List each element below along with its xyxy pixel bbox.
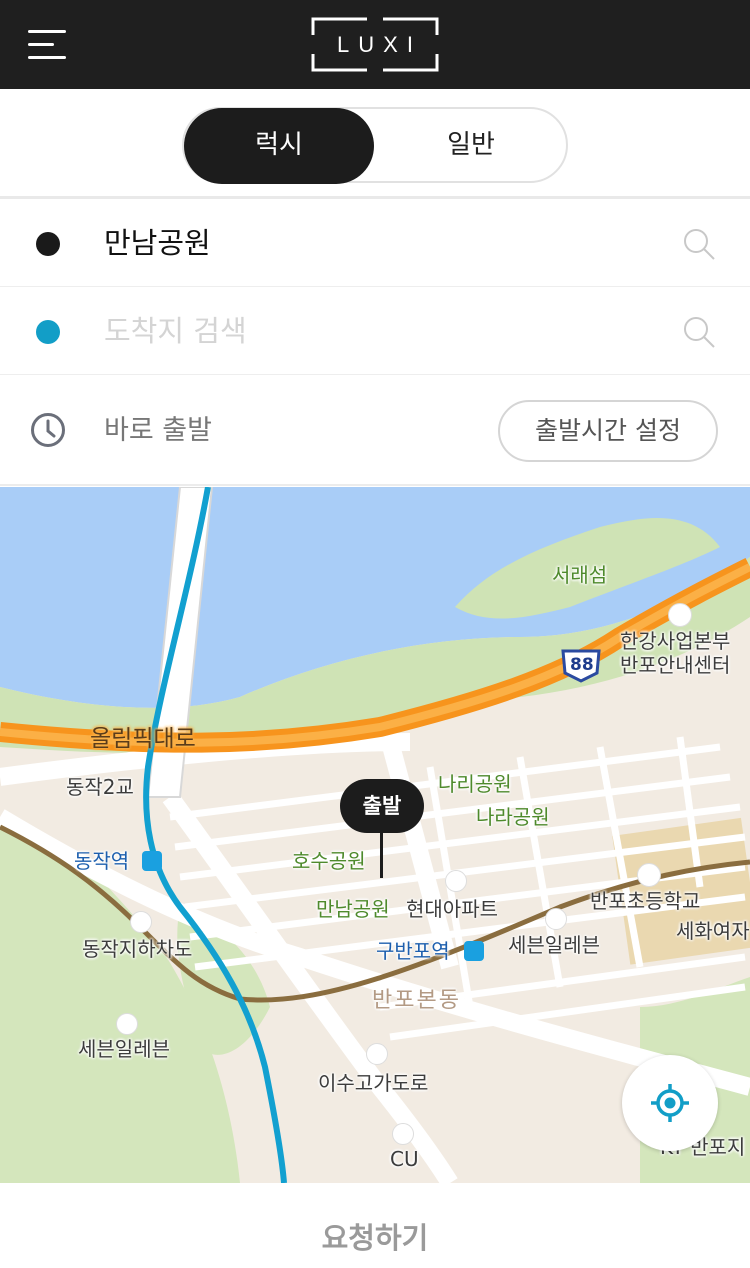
map-label-seven-eleven-2: 세븐일레븐 — [78, 1037, 170, 1061]
map-label-hq2: 반포안내센터 — [620, 653, 731, 677]
subway-station-icon — [464, 941, 484, 961]
school-icon — [637, 863, 661, 887]
home-icon — [445, 870, 467, 892]
shopping-cart-icon — [392, 1123, 414, 1145]
map-label-island: 서래섬 — [552, 563, 608, 587]
map-label-hyundai-apt: 현대아파트 — [406, 897, 498, 921]
logo-text: LUXI — [337, 32, 422, 57]
origin-row[interactable]: 만남공원 — [0, 200, 750, 287]
map-label-banpo-bondong: 반포본동 — [372, 988, 461, 1013]
map-label-nari-park: 나리공원 — [438, 772, 512, 796]
origin-dot-icon — [36, 232, 60, 256]
departure-now-label: 바로 출발 — [104, 415, 212, 446]
pickup-pin[interactable]: 출발 — [340, 779, 424, 833]
hamburger-menu-icon[interactable] — [28, 28, 68, 62]
pickup-pin-stem — [380, 832, 383, 878]
destination-dot-icon — [36, 320, 60, 344]
ride-type-normal-tab[interactable]: 일반 — [376, 108, 566, 184]
map-label-hq1: 한강사업본부 — [620, 629, 731, 653]
map-label-seven-eleven-1: 세븐일레븐 — [508, 933, 600, 957]
origin-value: 만남공원 — [104, 226, 211, 260]
building-icon — [130, 911, 152, 933]
map-label-nara-park: 나라공원 — [476, 805, 550, 829]
shopping-cart-icon — [545, 908, 567, 930]
map-label-cu: CU — [390, 1147, 419, 1171]
map-label-gubanpo-station: 구반포역 — [376, 939, 450, 963]
departure-row: 바로 출발 출발시간 설정 — [0, 376, 750, 486]
camera-icon — [668, 603, 692, 627]
my-location-button[interactable] — [622, 1055, 718, 1151]
bottom-bar: 요청하기 — [0, 1183, 750, 1268]
shopping-cart-icon — [116, 1013, 138, 1035]
map-label-olympic-road: 올림픽대로 — [90, 726, 196, 752]
map-view[interactable]: 88 서래섬 한강사업본부 반포안내센터 올림픽대로 동작2교 나리공원 나라공… — [0, 487, 750, 1183]
map-label-hosu-park: 호수공원 — [292, 849, 366, 873]
destination-row[interactable]: 도착지 검색 — [0, 288, 750, 375]
search-icon[interactable] — [682, 315, 716, 349]
route-88-label: 88 — [570, 655, 594, 675]
map-label-banpo-school: 반포초등학교 — [590, 889, 701, 913]
top-bar: LUXI — [0, 0, 750, 89]
app-root: LUXI 럭시 일반 만남공원 도착지 검색 바로 출발 출발시간 설정 88 … — [0, 0, 750, 1268]
ride-type-area: 럭시 일반 — [0, 89, 750, 199]
subway-station-icon — [142, 851, 162, 871]
building-icon — [366, 1043, 388, 1065]
ride-type-luxi-tab[interactable]: 럭시 — [184, 108, 374, 184]
ride-type-toggle: 럭시 일반 — [182, 107, 568, 184]
map-label-dongjak-underpass: 동작지하차도 — [82, 937, 193, 961]
set-departure-time-button[interactable]: 출발시간 설정 — [498, 400, 718, 462]
destination-search-input[interactable]: 도착지 검색 — [104, 288, 247, 375]
map-label-sehwa: 세화여자 — [676, 919, 750, 943]
map-label-isu-overpass: 이수고가도로 — [318, 1071, 429, 1095]
luxi-logo: LUXI — [311, 17, 439, 72]
search-icon[interactable] — [682, 227, 716, 261]
clock-icon — [31, 413, 65, 447]
map-label-dongjak-bridge: 동작2교 — [66, 775, 134, 799]
map-label-dongjak-station: 동작역 — [74, 849, 130, 873]
my-location-icon — [651, 1084, 689, 1122]
map-label-mannam-park: 만남공원 — [316, 897, 390, 921]
request-ride-button[interactable]: 요청하기 — [0, 1183, 750, 1268]
